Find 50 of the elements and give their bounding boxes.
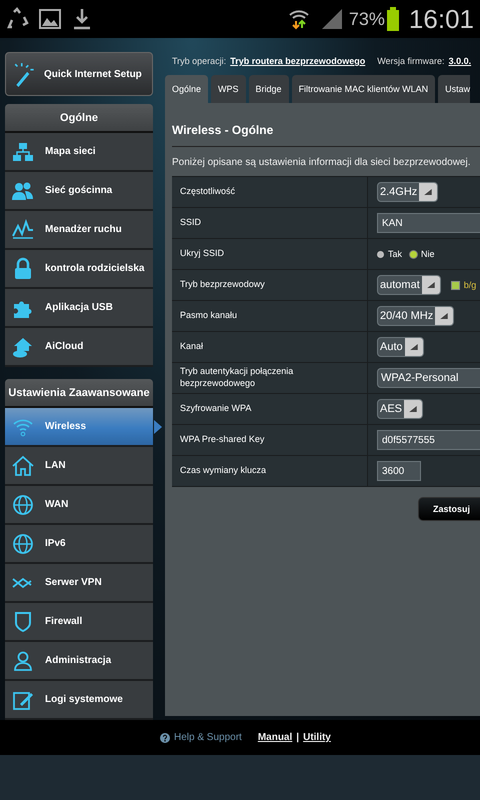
help-link[interactable]: Help & Support [174, 732, 242, 743]
caret-icon [426, 282, 435, 288]
dropdown[interactable]: AES [377, 399, 424, 419]
radio-button[interactable] [410, 250, 418, 258]
globe-icon [11, 492, 35, 516]
separator: | [296, 732, 300, 743]
description: Poniżej opisane są ustawienia informacji dla sieci bezprzewodowej. [172, 157, 472, 168]
tab[interactable]: Ogólne [165, 75, 208, 103]
pointer-icon [154, 420, 162, 434]
radio-label: Nie [421, 249, 435, 259]
menu-heading: Ogólne [5, 104, 153, 133]
page-title: Wireless - Ogólne [172, 123, 480, 147]
utility-link[interactable]: Utility [303, 732, 331, 743]
clock: 16:01 [408, 4, 474, 34]
apply-button[interactable]: Zastosuj [418, 497, 480, 521]
caret-icon [440, 313, 448, 319]
house-icon [11, 454, 35, 478]
manual-link[interactable]: Manual [258, 732, 292, 743]
radio-label: Tak [388, 249, 402, 259]
caret-icon [410, 344, 418, 350]
globe-icon [11, 532, 35, 556]
firmware-label: Wersja firmware: [377, 56, 445, 66]
dropdown[interactable]: automat [377, 275, 441, 295]
image-icon [38, 7, 62, 31]
radio-button[interactable] [377, 250, 384, 258]
checkbox-label: b/g [464, 280, 476, 290]
caret-icon [424, 189, 432, 195]
tab[interactable]: WPS [211, 75, 246, 103]
dropdown[interactable]: Auto [377, 337, 424, 357]
input-field[interactable]: 3600 [377, 461, 421, 481]
battery-percent: 73% [348, 8, 385, 30]
input-field[interactable]: d0f5577555 [377, 430, 480, 450]
tab[interactable]: Ustaw [438, 75, 470, 103]
input-field[interactable]: KAN [377, 213, 480, 233]
chart-icon [11, 218, 35, 242]
quick-setup-button[interactable]: Quick Internet Setup [5, 52, 153, 96]
tab[interactable]: Filtrowanie MAC klientów WLAN [292, 75, 436, 103]
checkbox[interactable] [450, 280, 460, 290]
menu-heading: Ustawienia Zaawansowane [5, 379, 153, 408]
caret-icon [409, 406, 418, 412]
mode-label: Tryb operacji: [172, 56, 226, 66]
battery-icon [386, 7, 399, 31]
dropdown[interactable]: 20/40 MHz [377, 306, 454, 326]
tab[interactable]: Bridge [248, 75, 289, 103]
dropdown[interactable]: 2.4GHz [377, 182, 438, 202]
firmware-link[interactable]: 3.0.0. [448, 56, 472, 66]
dropdown[interactable]: WPA2-Personal [377, 368, 480, 388]
mode-link[interactable]: Tryb routera bezprzewodowego [230, 56, 366, 66]
person-icon [11, 648, 35, 672]
help-icon [160, 732, 170, 742]
